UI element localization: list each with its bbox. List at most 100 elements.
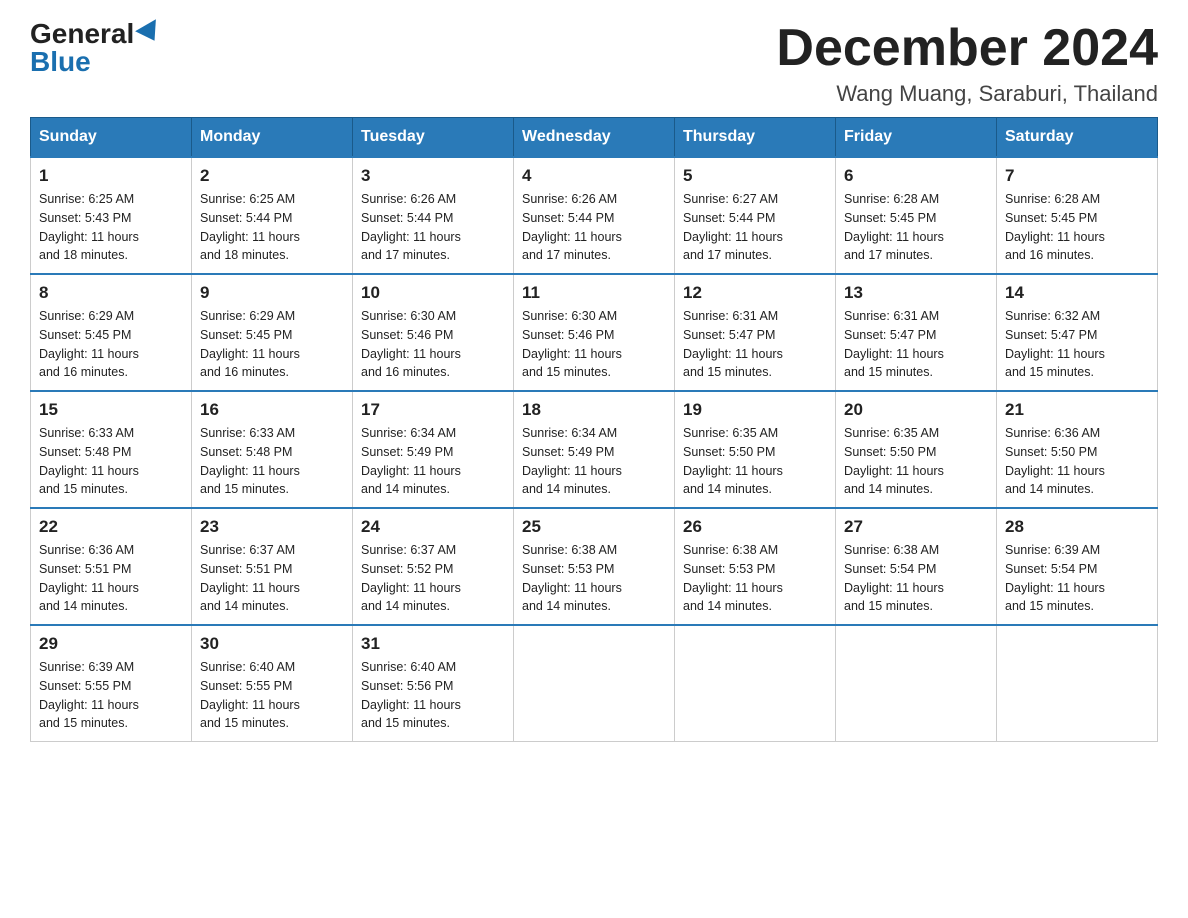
week-row-3: 15 Sunrise: 6:33 AM Sunset: 5:48 PM Dayl… xyxy=(31,391,1158,508)
day-info: Sunrise: 6:39 AM Sunset: 5:55 PM Dayligh… xyxy=(39,658,183,733)
week-row-4: 22 Sunrise: 6:36 AM Sunset: 5:51 PM Dayl… xyxy=(31,508,1158,625)
day-info: Sunrise: 6:31 AM Sunset: 5:47 PM Dayligh… xyxy=(683,307,827,382)
calendar-header-row: SundayMondayTuesdayWednesdayThursdayFrid… xyxy=(31,118,1158,158)
day-info: Sunrise: 6:40 AM Sunset: 5:55 PM Dayligh… xyxy=(200,658,344,733)
day-info: Sunrise: 6:26 AM Sunset: 5:44 PM Dayligh… xyxy=(361,190,505,265)
day-info: Sunrise: 6:30 AM Sunset: 5:46 PM Dayligh… xyxy=(522,307,666,382)
weekday-header-sunday: Sunday xyxy=(31,118,192,158)
day-info: Sunrise: 6:40 AM Sunset: 5:56 PM Dayligh… xyxy=(361,658,505,733)
day-number: 13 xyxy=(844,283,988,303)
day-info: Sunrise: 6:36 AM Sunset: 5:50 PM Dayligh… xyxy=(1005,424,1149,499)
day-info: Sunrise: 6:25 AM Sunset: 5:44 PM Dayligh… xyxy=(200,190,344,265)
calendar-cell: 14 Sunrise: 6:32 AM Sunset: 5:47 PM Dayl… xyxy=(997,274,1158,391)
calendar-cell xyxy=(675,625,836,742)
calendar-cell: 26 Sunrise: 6:38 AM Sunset: 5:53 PM Dayl… xyxy=(675,508,836,625)
day-number: 12 xyxy=(683,283,827,303)
calendar-cell: 12 Sunrise: 6:31 AM Sunset: 5:47 PM Dayl… xyxy=(675,274,836,391)
day-number: 18 xyxy=(522,400,666,420)
calendar-cell: 25 Sunrise: 6:38 AM Sunset: 5:53 PM Dayl… xyxy=(514,508,675,625)
logo: General Blue xyxy=(30,20,162,76)
day-number: 4 xyxy=(522,166,666,186)
weekday-header-monday: Monday xyxy=(192,118,353,158)
day-number: 8 xyxy=(39,283,183,303)
day-number: 23 xyxy=(200,517,344,537)
day-info: Sunrise: 6:38 AM Sunset: 5:53 PM Dayligh… xyxy=(683,541,827,616)
day-number: 19 xyxy=(683,400,827,420)
week-row-5: 29 Sunrise: 6:39 AM Sunset: 5:55 PM Dayl… xyxy=(31,625,1158,742)
calendar-cell: 6 Sunrise: 6:28 AM Sunset: 5:45 PM Dayli… xyxy=(836,157,997,274)
day-number: 30 xyxy=(200,634,344,654)
day-info: Sunrise: 6:38 AM Sunset: 5:53 PM Dayligh… xyxy=(522,541,666,616)
day-info: Sunrise: 6:36 AM Sunset: 5:51 PM Dayligh… xyxy=(39,541,183,616)
calendar-cell xyxy=(836,625,997,742)
day-number: 31 xyxy=(361,634,505,654)
day-info: Sunrise: 6:35 AM Sunset: 5:50 PM Dayligh… xyxy=(683,424,827,499)
calendar-cell: 24 Sunrise: 6:37 AM Sunset: 5:52 PM Dayl… xyxy=(353,508,514,625)
day-info: Sunrise: 6:35 AM Sunset: 5:50 PM Dayligh… xyxy=(844,424,988,499)
day-number: 17 xyxy=(361,400,505,420)
day-info: Sunrise: 6:37 AM Sunset: 5:52 PM Dayligh… xyxy=(361,541,505,616)
day-number: 16 xyxy=(200,400,344,420)
day-number: 14 xyxy=(1005,283,1149,303)
calendar-cell: 2 Sunrise: 6:25 AM Sunset: 5:44 PM Dayli… xyxy=(192,157,353,274)
calendar-cell: 19 Sunrise: 6:35 AM Sunset: 5:50 PM Dayl… xyxy=(675,391,836,508)
calendar-cell: 5 Sunrise: 6:27 AM Sunset: 5:44 PM Dayli… xyxy=(675,157,836,274)
logo-blue: Blue xyxy=(30,48,91,76)
day-number: 27 xyxy=(844,517,988,537)
calendar-cell: 28 Sunrise: 6:39 AM Sunset: 5:54 PM Dayl… xyxy=(997,508,1158,625)
day-number: 29 xyxy=(39,634,183,654)
calendar-cell: 15 Sunrise: 6:33 AM Sunset: 5:48 PM Dayl… xyxy=(31,391,192,508)
day-number: 5 xyxy=(683,166,827,186)
day-info: Sunrise: 6:28 AM Sunset: 5:45 PM Dayligh… xyxy=(1005,190,1149,265)
calendar-cell: 27 Sunrise: 6:38 AM Sunset: 5:54 PM Dayl… xyxy=(836,508,997,625)
weekday-header-wednesday: Wednesday xyxy=(514,118,675,158)
day-info: Sunrise: 6:34 AM Sunset: 5:49 PM Dayligh… xyxy=(361,424,505,499)
day-info: Sunrise: 6:29 AM Sunset: 5:45 PM Dayligh… xyxy=(200,307,344,382)
logo-general: General xyxy=(30,20,134,48)
month-title: December 2024 xyxy=(776,20,1158,77)
day-info: Sunrise: 6:37 AM Sunset: 5:51 PM Dayligh… xyxy=(200,541,344,616)
day-info: Sunrise: 6:33 AM Sunset: 5:48 PM Dayligh… xyxy=(39,424,183,499)
day-info: Sunrise: 6:38 AM Sunset: 5:54 PM Dayligh… xyxy=(844,541,988,616)
calendar-cell: 11 Sunrise: 6:30 AM Sunset: 5:46 PM Dayl… xyxy=(514,274,675,391)
calendar-cell: 8 Sunrise: 6:29 AM Sunset: 5:45 PM Dayli… xyxy=(31,274,192,391)
week-row-1: 1 Sunrise: 6:25 AM Sunset: 5:43 PM Dayli… xyxy=(31,157,1158,274)
page-header: General Blue December 2024 Wang Muang, S… xyxy=(30,20,1158,107)
day-info: Sunrise: 6:32 AM Sunset: 5:47 PM Dayligh… xyxy=(1005,307,1149,382)
calendar-cell: 30 Sunrise: 6:40 AM Sunset: 5:55 PM Dayl… xyxy=(192,625,353,742)
day-info: Sunrise: 6:28 AM Sunset: 5:45 PM Dayligh… xyxy=(844,190,988,265)
day-info: Sunrise: 6:30 AM Sunset: 5:46 PM Dayligh… xyxy=(361,307,505,382)
calendar-cell: 4 Sunrise: 6:26 AM Sunset: 5:44 PM Dayli… xyxy=(514,157,675,274)
location-title: Wang Muang, Saraburi, Thailand xyxy=(776,81,1158,107)
day-info: Sunrise: 6:39 AM Sunset: 5:54 PM Dayligh… xyxy=(1005,541,1149,616)
calendar-cell: 18 Sunrise: 6:34 AM Sunset: 5:49 PM Dayl… xyxy=(514,391,675,508)
day-number: 24 xyxy=(361,517,505,537)
calendar-table: SundayMondayTuesdayWednesdayThursdayFrid… xyxy=(30,117,1158,742)
day-info: Sunrise: 6:34 AM Sunset: 5:49 PM Dayligh… xyxy=(522,424,666,499)
calendar-cell: 10 Sunrise: 6:30 AM Sunset: 5:46 PM Dayl… xyxy=(353,274,514,391)
calendar-cell: 22 Sunrise: 6:36 AM Sunset: 5:51 PM Dayl… xyxy=(31,508,192,625)
calendar-cell: 20 Sunrise: 6:35 AM Sunset: 5:50 PM Dayl… xyxy=(836,391,997,508)
day-number: 9 xyxy=(200,283,344,303)
calendar-cell: 13 Sunrise: 6:31 AM Sunset: 5:47 PM Dayl… xyxy=(836,274,997,391)
day-number: 2 xyxy=(200,166,344,186)
day-number: 25 xyxy=(522,517,666,537)
calendar-cell: 9 Sunrise: 6:29 AM Sunset: 5:45 PM Dayli… xyxy=(192,274,353,391)
day-number: 22 xyxy=(39,517,183,537)
calendar-cell xyxy=(514,625,675,742)
calendar-cell: 23 Sunrise: 6:37 AM Sunset: 5:51 PM Dayl… xyxy=(192,508,353,625)
day-number: 6 xyxy=(844,166,988,186)
day-number: 15 xyxy=(39,400,183,420)
calendar-cell: 3 Sunrise: 6:26 AM Sunset: 5:44 PM Dayli… xyxy=(353,157,514,274)
calendar-cell: 7 Sunrise: 6:28 AM Sunset: 5:45 PM Dayli… xyxy=(997,157,1158,274)
day-number: 1 xyxy=(39,166,183,186)
calendar-cell: 17 Sunrise: 6:34 AM Sunset: 5:49 PM Dayl… xyxy=(353,391,514,508)
calendar-cell: 1 Sunrise: 6:25 AM Sunset: 5:43 PM Dayli… xyxy=(31,157,192,274)
weekday-header-thursday: Thursday xyxy=(675,118,836,158)
weekday-header-saturday: Saturday xyxy=(997,118,1158,158)
weekday-header-tuesday: Tuesday xyxy=(353,118,514,158)
day-info: Sunrise: 6:33 AM Sunset: 5:48 PM Dayligh… xyxy=(200,424,344,499)
day-info: Sunrise: 6:26 AM Sunset: 5:44 PM Dayligh… xyxy=(522,190,666,265)
day-info: Sunrise: 6:29 AM Sunset: 5:45 PM Dayligh… xyxy=(39,307,183,382)
day-number: 26 xyxy=(683,517,827,537)
